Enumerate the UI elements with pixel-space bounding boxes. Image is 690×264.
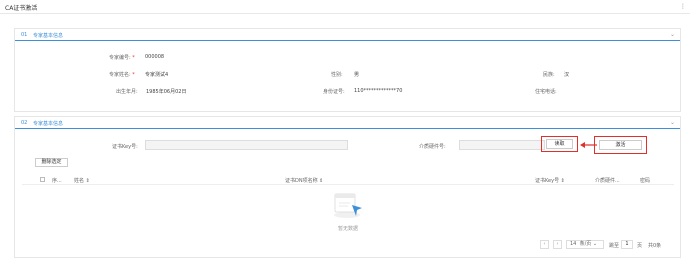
cert-key-input[interactable]: [145, 140, 348, 150]
next-page-button[interactable]: ›: [553, 240, 562, 249]
chevron-down-icon[interactable]: ⌄: [670, 119, 675, 126]
window-title: CA证书激活: [5, 5, 38, 12]
idcard-label: 身份证号:: [323, 89, 345, 95]
select-all-checkbox[interactable]: [40, 177, 45, 182]
expert-info-panel: 01 专家基本信息 ⌄: [14, 28, 681, 112]
read-button[interactable]: 读取: [546, 139, 573, 149]
media-hw-input[interactable]: [459, 140, 545, 150]
page-number-input[interactable]: 1: [621, 240, 633, 249]
title-bar: CA证书激活 ⋮: [0, 0, 690, 14]
col-password[interactable]: 密码: [640, 177, 650, 184]
ethnicity-label: 民族:: [543, 72, 555, 78]
col-cert-key[interactable]: 证书Key号 ⇕: [535, 177, 565, 184]
page-unit-label: 页: [637, 243, 643, 249]
gender-value: 男: [354, 72, 360, 78]
prev-page-button[interactable]: ‹: [540, 240, 549, 249]
panel-header[interactable]: 02 专家基本信息 ⌄: [15, 117, 680, 129]
gender-label: 性别:: [331, 72, 343, 78]
col-name[interactable]: 姓名 ⇕: [74, 177, 90, 184]
more-icon[interactable]: ⋮: [680, 3, 686, 10]
expert-id-value: 000008: [145, 54, 165, 60]
media-hw-label: 介质硬件号:: [419, 144, 446, 150]
col-cert-dn[interactable]: 证书DN项名称 ⇕: [285, 177, 323, 184]
goto-label: 跳至: [609, 243, 620, 249]
birth-label: 出生年月:: [116, 89, 138, 95]
ethnicity-value: 汉: [564, 72, 570, 78]
page-size-select[interactable]: 14 条/页 ⌄: [566, 240, 604, 249]
col-media-hw[interactable]: 介质硬件...: [595, 177, 620, 184]
activate-button[interactable]: 激活: [599, 140, 642, 150]
phone-label: 住宅电话:: [535, 89, 557, 95]
section-number: 01: [21, 32, 28, 38]
expert-name-value: 专家测试4: [145, 72, 169, 78]
certificate-panel: 02 专家基本信息 ⌄: [14, 116, 681, 258]
idcard-value: 110*************70: [354, 88, 403, 94]
col-index[interactable]: 序...: [52, 177, 62, 184]
birth-value: 1985年06月02日: [146, 89, 187, 95]
section-number: 02: [21, 120, 28, 126]
empty-data-icon: [334, 193, 362, 218]
delete-selected-button[interactable]: 删除选定: [35, 158, 68, 167]
panel-header[interactable]: 01 专家基本信息 ⌄: [15, 29, 680, 41]
cert-key-label: 证书Key号:: [112, 144, 138, 150]
expert-name-label: 专家姓名: *: [109, 72, 135, 78]
chevron-down-icon[interactable]: ⌄: [670, 31, 675, 38]
table-header: [22, 173, 674, 185]
expert-id-label: 专家编号: *: [109, 55, 135, 61]
chevron-down-icon: ⌄: [592, 241, 598, 247]
section-title: 专家基本信息: [33, 121, 64, 127]
total-count: 共0条: [648, 243, 662, 249]
empty-data-text: 暂无数据: [338, 226, 359, 232]
section-title: 专家基本信息: [33, 33, 64, 39]
